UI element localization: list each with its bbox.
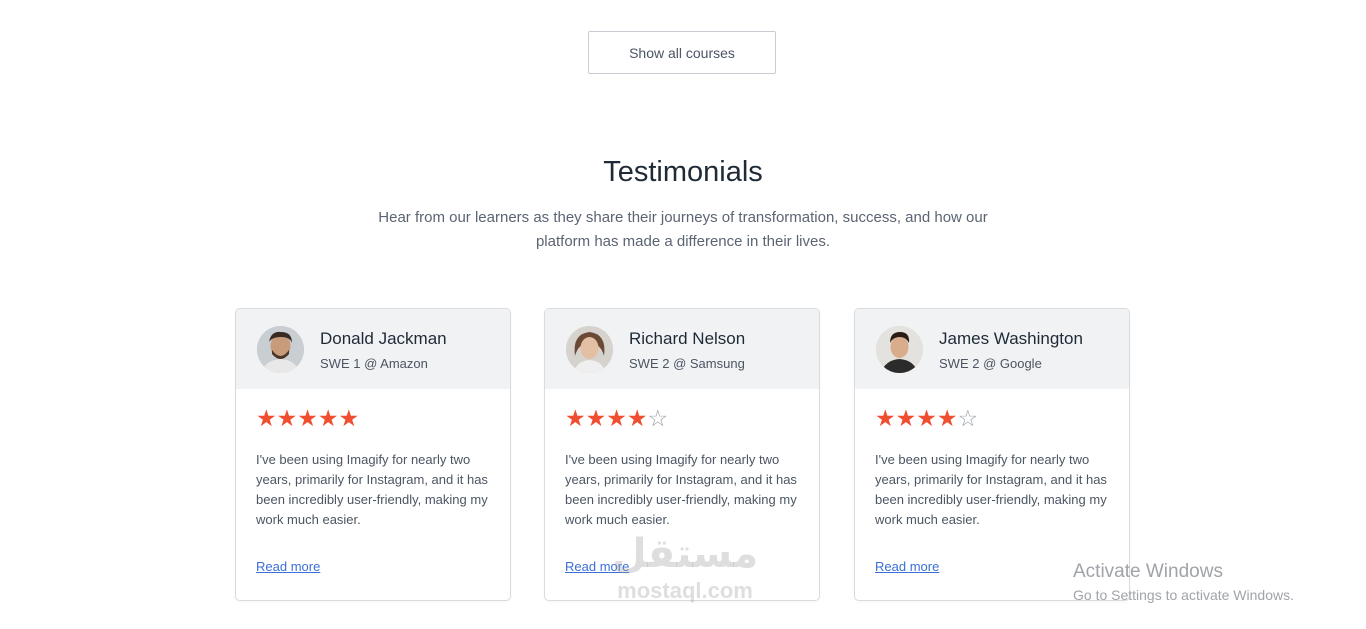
activate-windows-overlay: Activate Windows Go to Settings to activ… bbox=[1073, 561, 1294, 605]
star-filled-icon: ★ bbox=[875, 406, 896, 432]
avatar bbox=[566, 326, 613, 373]
person-name: Richard Nelson bbox=[629, 329, 746, 348]
star-filled-icon: ★ bbox=[317, 406, 339, 432]
testimonial-card-donald: Donald Jackman SWE 1 @ Amazon ★★★★★ I've… bbox=[235, 308, 511, 601]
card-header: James Washington SWE 2 @ Google bbox=[855, 309, 1129, 389]
read-more-link[interactable]: Read more bbox=[875, 559, 939, 574]
star-rating: ★★★★☆ bbox=[875, 405, 978, 433]
card-header: Donald Jackman SWE 1 @ Amazon bbox=[236, 309, 510, 389]
star-filled-icon: ★ bbox=[936, 406, 958, 432]
star-filled-icon: ★ bbox=[895, 406, 917, 432]
show-all-courses-button[interactable]: Show all courses bbox=[588, 31, 776, 74]
star-filled-icon: ★ bbox=[585, 406, 607, 432]
activate-windows-title: Activate Windows bbox=[1073, 561, 1223, 582]
avatar bbox=[257, 326, 304, 373]
testimonial-quote: I've been using Imagify for nearly two y… bbox=[875, 452, 1107, 527]
star-rating: ★★★★★ bbox=[256, 405, 359, 433]
star-empty-icon: ☆ bbox=[647, 406, 669, 432]
person-name: Donald Jackman bbox=[320, 329, 447, 348]
star-filled-icon: ★ bbox=[916, 406, 937, 432]
star-filled-icon: ★ bbox=[565, 406, 586, 432]
testimonial-card-richard: Richard Nelson SWE 2 @ Samsung ★★★★☆ I'v… bbox=[544, 308, 820, 601]
star-filled-icon: ★ bbox=[256, 406, 277, 432]
testimonial-quote: I've been using Imagify for nearly two y… bbox=[565, 452, 797, 527]
person-role: SWE 2 @ Samsung bbox=[629, 356, 745, 371]
person-role: SWE 2 @ Google bbox=[939, 356, 1042, 371]
testimonial-quote: I've been using Imagify for nearly two y… bbox=[256, 452, 488, 527]
star-filled-icon: ★ bbox=[276, 406, 298, 432]
activate-windows-hint: Go to Settings to activate Windows. bbox=[1073, 587, 1294, 603]
star-filled-icon: ★ bbox=[338, 406, 360, 432]
testimonial-card-james: James Washington SWE 2 @ Google ★★★★☆ I'… bbox=[854, 308, 1130, 601]
star-empty-icon: ☆ bbox=[957, 406, 979, 432]
person-name: James Washington bbox=[939, 329, 1083, 348]
read-more-link[interactable]: Read more bbox=[256, 559, 320, 574]
avatar bbox=[876, 326, 923, 373]
card-header: Richard Nelson SWE 2 @ Samsung bbox=[545, 309, 819, 389]
testimonials-subtitle: Hear from our learners as they share the… bbox=[378, 209, 988, 250]
star-rating: ★★★★☆ bbox=[565, 405, 668, 433]
star-filled-icon: ★ bbox=[297, 406, 318, 432]
star-filled-icon: ★ bbox=[626, 406, 648, 432]
star-filled-icon: ★ bbox=[606, 406, 627, 432]
person-role: SWE 1 @ Amazon bbox=[320, 356, 428, 371]
testimonials-title: Testimonials bbox=[603, 156, 763, 188]
read-more-link[interactable]: Read more bbox=[565, 559, 629, 574]
